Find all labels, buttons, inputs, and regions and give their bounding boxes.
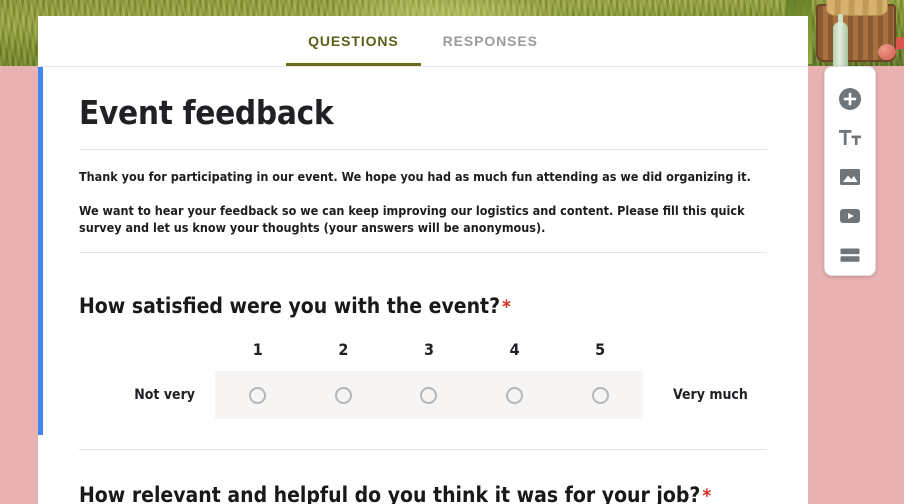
question-card-satisfaction[interactable]: How satisfied were you with the event? * … <box>79 293 767 419</box>
linear-scale-satisfaction: 1 2 3 4 5 Not very Very much <box>79 340 767 419</box>
radio-button-4-icon[interactable] <box>506 386 524 404</box>
scale-number-1: 1 <box>252 340 263 359</box>
form-description-paragraph-1[interactable]: Thank you for participating in our event… <box>79 168 767 185</box>
form-description-paragraph-2[interactable]: We want to hear your feedback so we can … <box>79 202 767 236</box>
title-divider <box>79 149 767 150</box>
title-text-icon <box>838 126 862 150</box>
add-image-button[interactable] <box>830 157 870 196</box>
image-icon <box>838 165 862 189</box>
add-question-button[interactable] <box>830 79 870 118</box>
question-title-relevance: How relevant and helpful do you think it… <box>79 482 767 504</box>
required-asterisk-satisfaction: * <box>502 296 511 318</box>
video-icon <box>838 204 862 228</box>
add-title-description-button[interactable] <box>830 118 870 157</box>
scale-high-label: Very much <box>673 387 748 403</box>
add-section-button[interactable] <box>830 236 870 275</box>
radio-button-1-icon[interactable] <box>249 386 267 404</box>
linear-scale-row: Not very Very much <box>79 371 767 419</box>
scale-number-5: 5 <box>595 340 606 359</box>
question-title-satisfaction-text: How satisfied were you with the event? <box>79 294 501 318</box>
section-icon <box>838 243 862 267</box>
question-title-relevance-text: How relevant and helpful do you think it… <box>79 483 701 504</box>
drink-bottle <box>833 22 848 66</box>
radio-button-5-icon[interactable] <box>591 386 609 404</box>
form-tab-bar: QUESTIONS RESPONSES <box>38 16 808 66</box>
scale-number-4: 4 <box>509 340 520 359</box>
tab-questions[interactable]: QUESTIONS <box>286 16 421 66</box>
scale-option-2[interactable] <box>301 371 387 419</box>
bread-loaves <box>826 0 888 16</box>
scale-option-3[interactable] <box>386 371 472 419</box>
scale-number-2: 2 <box>338 340 349 359</box>
scale-option-5[interactable] <box>557 371 643 419</box>
linear-scale-options <box>215 371 643 419</box>
page-title[interactable]: Event feedback <box>79 83 767 133</box>
add-video-button[interactable] <box>830 197 870 236</box>
scale-low-label: Not very <box>134 387 195 403</box>
question-card-relevance[interactable]: How relevant and helpful do you think it… <box>79 482 767 504</box>
scale-number-3: 3 <box>423 340 434 359</box>
scale-option-4[interactable] <box>472 371 558 419</box>
plus-circle-icon <box>838 87 862 111</box>
tab-responses[interactable]: RESPONSES <box>421 16 560 66</box>
tomato <box>878 44 896 60</box>
tab-questions-label: QUESTIONS <box>308 33 399 49</box>
form-card[interactable]: Event feedback Thank you for participati… <box>38 66 808 504</box>
form-editor-toolbar <box>824 66 876 276</box>
required-asterisk-relevance: * <box>702 485 712 504</box>
radio-button-2-icon[interactable] <box>334 386 352 404</box>
scale-option-1[interactable] <box>215 371 301 419</box>
radio-button-3-icon[interactable] <box>420 386 438 404</box>
description-divider <box>79 252 767 253</box>
form-accent-bar <box>38 67 43 435</box>
linear-scale-number-labels: 1 2 3 4 5 <box>215 340 643 359</box>
question-divider <box>79 449 767 450</box>
question-title-satisfaction: How satisfied were you with the event? * <box>79 293 767 320</box>
tab-responses-label: RESPONSES <box>442 33 538 49</box>
